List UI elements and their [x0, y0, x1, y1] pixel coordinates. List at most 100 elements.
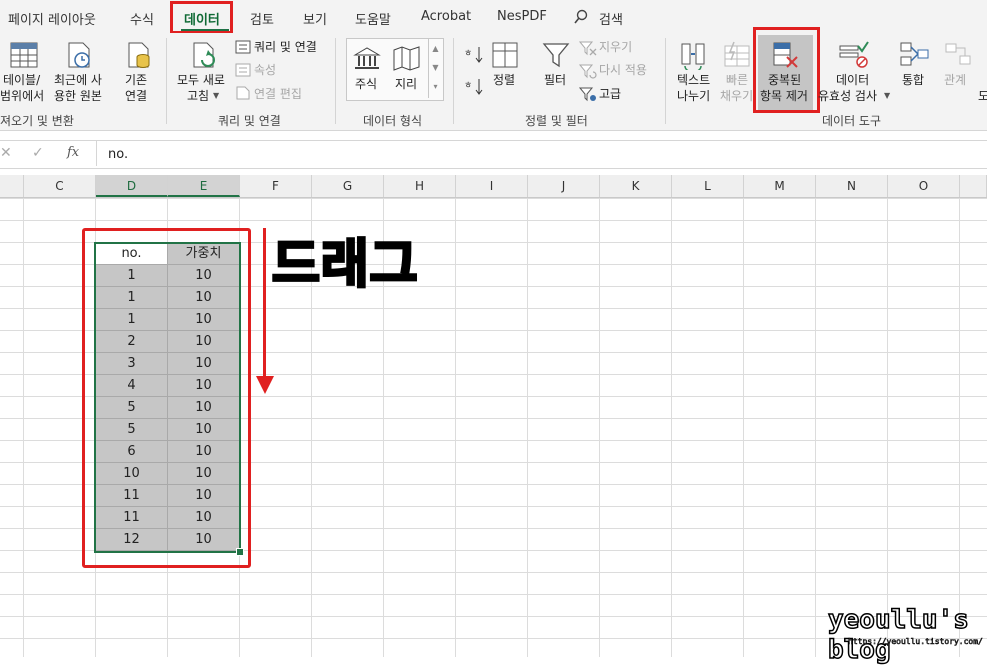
group-separator [166, 38, 167, 124]
reapply-icon [579, 64, 597, 79]
column-header-e[interactable]: E [168, 175, 240, 197]
properties-button[interactable]: 속성 [254, 62, 276, 78]
chevron-down-icon[interactable]: ▼ [213, 88, 219, 104]
clear-filter-icon [579, 41, 597, 56]
column-header-l[interactable]: L [672, 175, 744, 197]
tab-formulas[interactable]: 수식 [130, 9, 154, 28]
column-header-g[interactable]: G [312, 175, 384, 197]
recent-sources-icon [68, 42, 90, 68]
group-label-queries: 쿼리 및 연결 [218, 114, 281, 128]
data-validation-icon [839, 41, 869, 68]
ribbon-tab-bar: 페이지 레이아웃 수식 데이터 검토 보기 도움말 Acrobat NesPDF… [0, 0, 987, 33]
data-validation-label-1[interactable]: 데이터 [836, 72, 869, 88]
refresh-all-icon [193, 42, 215, 68]
refresh-all-label-1[interactable]: 모두 새로 [177, 72, 225, 88]
filter-button[interactable]: 필터 [544, 72, 566, 88]
relationships-icon [945, 43, 971, 65]
tab-help[interactable]: 도움말 [355, 9, 391, 28]
column-header-c[interactable]: C [24, 175, 96, 197]
watermark-title: yeoullu's blog [827, 604, 969, 665]
refresh-all-label-2[interactable]: 고침 [187, 88, 209, 104]
relationships-button[interactable]: 관계 [944, 72, 966, 88]
group-separator [335, 38, 336, 124]
flash-fill-label-1[interactable]: 빠른 [726, 72, 748, 88]
column-header-m[interactable]: M [744, 175, 816, 197]
consolidate-button[interactable]: 통합 [902, 72, 924, 88]
corner-spacer [0, 175, 24, 197]
sort-button[interactable]: 정렬 [493, 72, 515, 88]
column-header-h[interactable]: H [384, 175, 456, 197]
more-button[interactable]: 도 [978, 88, 987, 104]
flash-fill-icon [724, 41, 750, 67]
edit-links-button[interactable]: 연결 편집 [254, 86, 302, 102]
table-range-label-1[interactable]: 테이블/ [3, 72, 40, 88]
range-highlight-box [82, 228, 251, 568]
queries-connections-icon [235, 40, 251, 54]
existing-connections-icon [128, 42, 150, 68]
existing-connections-label-2[interactable]: 연결 [125, 88, 147, 104]
tab-page-layout[interactable]: 페이지 레이아웃 [8, 9, 96, 28]
existing-connections-label-1[interactable]: 기존 [125, 72, 147, 88]
reapply-button[interactable]: 다시 적용 [599, 62, 647, 78]
data-validation-label-2[interactable]: 유효성 검사 [818, 88, 877, 104]
column-header-k[interactable]: K [600, 175, 672, 197]
column-header-f[interactable]: F [240, 175, 312, 197]
clear-button[interactable]: 지우기 [599, 39, 632, 55]
queries-connections-button[interactable]: 쿼리 및 연결 [254, 39, 317, 55]
stocks-button[interactable]: 주식 [355, 76, 377, 92]
column-header-d[interactable]: D [96, 175, 168, 197]
advanced-button[interactable]: 고급 [599, 86, 621, 102]
sort-desc-icon: ㅎ [464, 79, 483, 95]
gallery-scroll[interactable]: ▲ ▼ ▾ [428, 39, 442, 98]
recent-sources-label-2[interactable]: 용한 원본 [54, 88, 102, 104]
group-label-data-types: 데이터 형식 [363, 114, 423, 128]
text-to-columns-label-1[interactable]: 텍스트 [677, 72, 710, 88]
table-range-icon [10, 42, 38, 68]
drag-arrow-head [256, 376, 274, 394]
insert-function-icon[interactable]: fx [67, 145, 79, 160]
text-to-columns-icon [681, 43, 705, 70]
stocks-icon [353, 47, 381, 69]
flash-fill-label-2[interactable]: 채우기 [720, 88, 753, 104]
group-label-sort-filter: 정렬 및 필터 [525, 114, 588, 128]
advanced-filter-icon [579, 87, 596, 102]
svg-text:ㅎ: ㅎ [464, 49, 472, 59]
column-header-p[interactable] [960, 175, 987, 197]
geography-button[interactable]: 지리 [395, 76, 417, 92]
group-label-data-tools: 데이터 도구 [822, 114, 882, 128]
confirm-icon[interactable]: ✓ [32, 145, 44, 161]
formula-value: no. [108, 147, 129, 162]
search-icon [574, 9, 588, 24]
sort-asc-icon: ㅎ [464, 47, 483, 63]
column-header-j[interactable]: J [528, 175, 600, 197]
sort-icon [492, 42, 518, 68]
tab-review[interactable]: 검토 [250, 9, 274, 28]
watermark-url: https://yeoullu.tistory.com/ [848, 637, 983, 647]
tab-view[interactable]: 보기 [303, 9, 327, 28]
properties-icon [235, 63, 251, 77]
formula-input[interactable] [96, 141, 987, 166]
filter-icon [542, 43, 570, 68]
svg-text:ㅎ: ㅎ [464, 81, 472, 91]
group-separator [665, 38, 666, 124]
tab-acrobat[interactable]: Acrobat [421, 9, 471, 24]
table-range-label-2[interactable]: 범위에서 [0, 88, 44, 104]
column-header-i[interactable]: I [456, 175, 528, 197]
chevron-down-icon[interactable]: ▼ [884, 88, 890, 104]
column-headers: C D E F G H I J K L M N O [0, 175, 987, 198]
group-separator [453, 38, 454, 124]
cancel-icon[interactable]: ✕ [0, 145, 12, 161]
column-header-n[interactable]: N [816, 175, 888, 197]
drag-arrow-shaft [263, 228, 266, 378]
drag-annotation-text: 드래그 [271, 234, 420, 297]
consolidate-icon [900, 42, 929, 66]
text-to-columns-label-2[interactable]: 나누기 [677, 88, 710, 104]
recent-sources-label-1[interactable]: 최근에 사 [54, 72, 102, 88]
tab-search[interactable]: 검색 [599, 9, 623, 28]
group-label-get-transform: 져오기 및 변환 [0, 114, 74, 128]
tab-highlight-box [170, 1, 233, 34]
tab-nespdf[interactable]: NesPDF [497, 9, 547, 24]
column-header-o[interactable]: O [888, 175, 960, 197]
geography-icon [393, 46, 420, 71]
remove-duplicates-highlight [753, 27, 820, 113]
